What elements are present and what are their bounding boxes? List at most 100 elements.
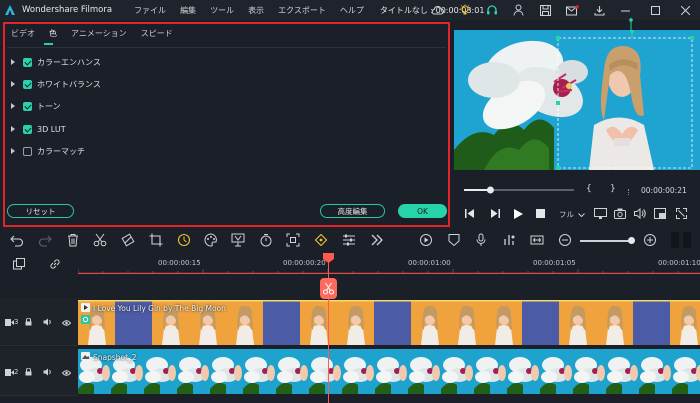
zoom-slider[interactable] <box>580 240 632 242</box>
pip-icon[interactable] <box>654 208 666 221</box>
speaker-icon[interactable] <box>43 318 52 328</box>
checkbox-color-match[interactable] <box>23 146 32 156</box>
video-preview[interactable] <box>454 30 700 170</box>
menu-tools[interactable]: ツール <box>210 5 234 16</box>
marker-icon[interactable] <box>447 233 461 247</box>
audio-mixer-icon[interactable] <box>502 233 516 247</box>
speaker-icon[interactable] <box>43 368 52 378</box>
mark-in-button[interactable]: { <box>586 184 592 194</box>
zoom-in-icon[interactable] <box>643 233 657 247</box>
snapshot-icon[interactable] <box>614 208 626 221</box>
quality-select[interactable]: フル <box>559 209 574 220</box>
section-tone[interactable]: トーン <box>11 99 61 113</box>
adjust-icon[interactable] <box>342 233 356 247</box>
playhead-handle[interactable] <box>323 253 334 263</box>
cloud-icon[interactable] <box>424 0 451 20</box>
stop-icon[interactable] <box>536 209 545 220</box>
expand-caret-icon[interactable] <box>11 148 15 154</box>
play-icon[interactable] <box>514 209 523 221</box>
speed-icon[interactable] <box>177 233 191 247</box>
tab-speed[interactable]: スピード <box>141 28 173 42</box>
save-icon[interactable] <box>532 0 559 20</box>
display-settings-icon[interactable] <box>594 208 607 221</box>
prev-frame-icon[interactable] <box>465 209 475 220</box>
track-number: 2 <box>14 368 19 376</box>
label-tone: トーン <box>37 101 61 111</box>
render-icon[interactable] <box>419 233 433 247</box>
expand-caret-icon[interactable] <box>11 126 15 132</box>
menu-edit[interactable]: 編集 <box>180 5 196 16</box>
section-color-match[interactable]: カラーマッチ <box>11 144 85 158</box>
user-icon[interactable] <box>505 0 532 20</box>
rotate-handle-icon[interactable] <box>629 18 633 30</box>
duration-icon[interactable] <box>259 233 273 247</box>
tag-icon[interactable] <box>121 233 135 247</box>
section-color-enhance[interactable]: カラーエンハンス <box>11 55 101 69</box>
expand-caret-icon[interactable] <box>11 103 15 109</box>
tab-color[interactable]: 色 <box>49 28 57 42</box>
mark-out-button[interactable]: } <box>610 184 616 194</box>
menu-help[interactable]: ヘルプ <box>340 5 364 16</box>
label-white-balance: ホワイトバランス <box>37 79 101 89</box>
video-clip-track-3[interactable]: I Love You Lily Gin by The Big Moon <box>78 300 700 345</box>
panel-toggle-left[interactable] <box>671 232 679 248</box>
section-3d-lut[interactable]: 3D LUT <box>11 122 66 136</box>
redo-icon[interactable] <box>38 233 52 247</box>
eye-icon[interactable] <box>61 319 72 328</box>
menu-bar: ファイル 編集 ツール 表示 エクスポート ヘルプ <box>134 5 378 16</box>
microphone-icon[interactable] <box>474 233 488 247</box>
video-track-icon <box>5 369 14 378</box>
effect-applied-icon <box>81 315 90 324</box>
video-clip-track-2[interactable]: Snapshot_2 <box>78 349 700 394</box>
tab-animation[interactable]: アニメーション <box>71 28 127 42</box>
filmora-logo-icon <box>4 4 16 16</box>
reset-button[interactable]: リセット <box>7 204 74 218</box>
download-icon[interactable] <box>586 0 613 20</box>
lock-icon[interactable] <box>25 317 32 328</box>
checkbox-color-enhance[interactable] <box>23 57 32 67</box>
menu-view[interactable]: 表示 <box>248 5 264 16</box>
scissors-icon[interactable] <box>93 233 107 247</box>
track-header-2: 2 <box>0 348 78 396</box>
split-scissors-button[interactable] <box>320 278 337 299</box>
add-track-icon[interactable] <box>13 258 25 272</box>
clip-split-view-icon[interactable] <box>530 233 544 247</box>
next-frame-icon[interactable] <box>491 209 501 220</box>
chevron-down-icon[interactable] <box>578 211 585 220</box>
lock-icon[interactable] <box>25 367 32 378</box>
headset-icon[interactable] <box>478 0 505 20</box>
expand-caret-icon[interactable] <box>11 59 15 65</box>
undo-icon[interactable] <box>10 233 24 247</box>
minimize-icon[interactable] <box>610 0 640 20</box>
checkbox-3d-lut[interactable] <box>23 124 32 134</box>
crop-icon[interactable] <box>149 233 163 247</box>
image-clip-icon <box>81 352 90 360</box>
advanced-edit-button[interactable]: 高度編集 <box>320 204 385 218</box>
section-white-balance[interactable]: ホワイトバランス <box>11 77 101 91</box>
zoom-slider-knob[interactable] <box>628 237 635 244</box>
panel-toggle-right[interactable] <box>683 232 691 248</box>
fullscreen-icon[interactable] <box>676 208 687 221</box>
maximize-icon[interactable] <box>640 0 670 20</box>
tab-video[interactable]: ビデオ <box>11 28 35 42</box>
keyframe-icon[interactable] <box>314 233 328 247</box>
timeline-ruler[interactable]: 00:00:00:15 00:00:00:20 00:00:01:00 00:0… <box>78 258 700 274</box>
eye-icon[interactable] <box>61 369 72 378</box>
checkbox-tone[interactable] <box>23 101 32 111</box>
volume-icon[interactable] <box>634 207 646 221</box>
delete-icon[interactable] <box>66 233 80 247</box>
green-screen-icon[interactable] <box>231 233 245 247</box>
menu-export[interactable]: エクスポート <box>278 5 326 16</box>
zoom-out-icon[interactable] <box>558 233 572 247</box>
color-palette-icon[interactable] <box>204 233 218 247</box>
mail-icon[interactable] <box>559 0 586 20</box>
zoom-fit-icon[interactable] <box>286 233 300 247</box>
bulb-icon[interactable] <box>451 0 478 20</box>
ok-button[interactable]: OK <box>398 204 447 218</box>
menu-file[interactable]: ファイル <box>134 5 166 16</box>
close-icon[interactable] <box>670 0 700 20</box>
more-tools-icon[interactable] <box>370 233 384 247</box>
link-icon[interactable] <box>49 258 61 272</box>
expand-caret-icon[interactable] <box>11 81 15 87</box>
checkbox-white-balance[interactable] <box>23 79 32 89</box>
